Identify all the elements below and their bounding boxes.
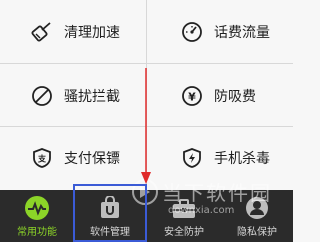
annotation-arrow	[141, 68, 151, 184]
